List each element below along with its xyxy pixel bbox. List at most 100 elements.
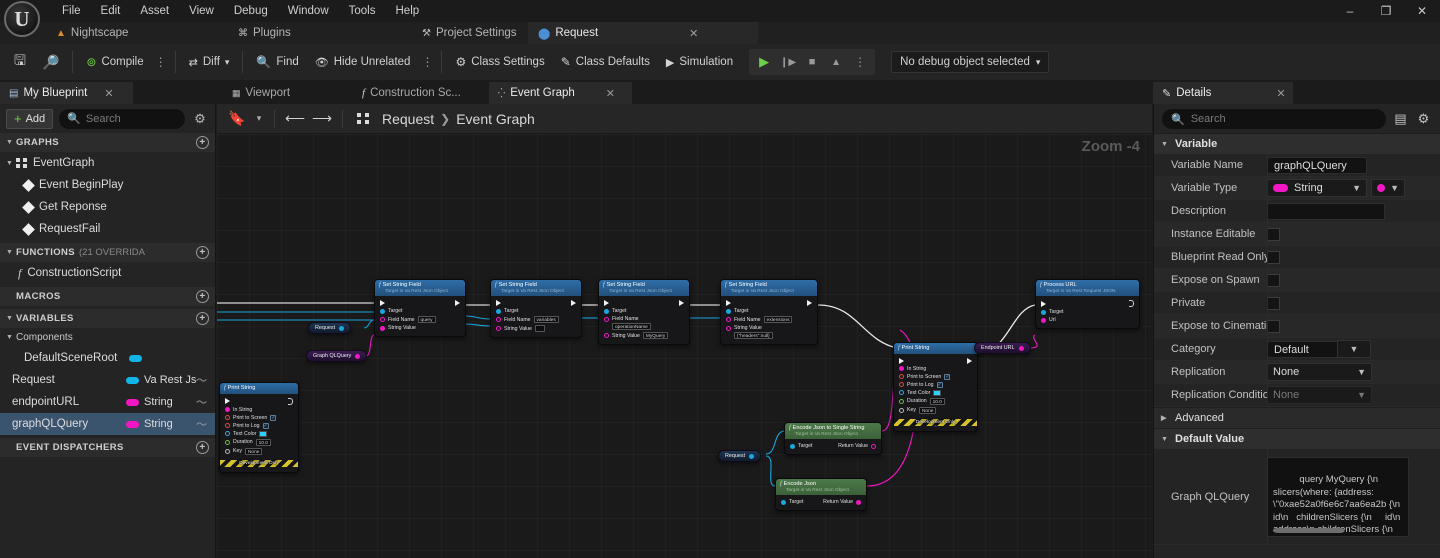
stop-button[interactable]: ■ — [801, 51, 823, 73]
browse-content-button[interactable]: 🔎 — [34, 48, 67, 76]
node-collapse-arrow-icon[interactable]: ⌃ — [894, 425, 977, 431]
pin-in-string[interactable]: In String — [220, 406, 298, 414]
expose-on-spawn-checkbox[interactable] — [1267, 273, 1280, 287]
menu-item-help[interactable]: Help — [386, 2, 430, 20]
tab-event-graph[interactable]: ⁛ Event Graph ✕ — [489, 82, 632, 104]
var-node-endpointurl[interactable]: Endpoint URL — [974, 342, 1031, 354]
pin-field-name[interactable]: Field Name variables — [491, 315, 581, 324]
sidebar-item-graphqlquery[interactable]: graphQLQuery String 〜 — [0, 413, 215, 435]
pin-duration[interactable]: Duration 10.0 — [894, 397, 977, 406]
pin-value-field[interactable]: 10.0 — [929, 397, 945, 405]
float-pin[interactable] — [899, 398, 904, 404]
grid-view-icon[interactable]: ▤ — [1392, 111, 1409, 127]
exec-input-pin[interactable] — [225, 398, 230, 405]
visibility-eye-icon[interactable]: 〜 — [196, 394, 207, 410]
exec-output-pin[interactable] — [571, 300, 576, 307]
tab-details[interactable]: ✎ Details ✕ — [1153, 82, 1293, 104]
object-pin[interactable] — [496, 308, 501, 314]
object-pin[interactable] — [380, 308, 385, 314]
hide-unrelated-options-button[interactable]: ⋮ — [418, 55, 436, 69]
variable-type-select[interactable]: String ▼ — [1267, 179, 1367, 197]
pin-in-string[interactable]: In String — [894, 365, 977, 373]
details-search-input[interactable]: 🔍 Search — [1162, 109, 1386, 129]
object-pin[interactable] — [604, 308, 609, 314]
save-button[interactable]: 🖫 — [6, 48, 34, 76]
pin-value-field[interactable]: MyQuery — [642, 332, 669, 340]
string-pin[interactable] — [726, 325, 731, 331]
pin-target[interactable]: Target — [721, 307, 817, 315]
pin-value-field[interactable] — [534, 325, 545, 333]
pin-key[interactable]: Key None — [220, 447, 298, 456]
category-dropdown-button[interactable]: ▼ — [1337, 340, 1371, 358]
node-encode-json-to-single-string[interactable]: f Encode Json to Single String Target is… — [784, 422, 882, 456]
minimize-button[interactable]: – — [1332, 0, 1368, 22]
eject-button[interactable]: ▲ — [825, 51, 847, 73]
pin-string-value[interactable]: String Value — [491, 324, 581, 333]
replication-select[interactable]: None ▼ — [1267, 363, 1372, 381]
exec-input-pin[interactable] — [1041, 300, 1046, 307]
pin-value-field[interactable]: variables — [533, 316, 559, 324]
class-settings-button[interactable]: ⚙ Class Settings — [447, 48, 552, 76]
pin-print-to-screen[interactable]: Print to Screen ✓ — [220, 414, 298, 422]
chevron-down-icon[interactable]: ▾ — [252, 108, 266, 130]
pin-value-field[interactable]: operationName — [612, 323, 651, 331]
object-pin[interactable] — [781, 499, 786, 505]
play-button[interactable]: ▶ — [753, 51, 775, 73]
struct-pin[interactable] — [225, 431, 230, 437]
node-set-string-field-4[interactable]: f Set String Field Target is Va Rest Jso… — [720, 279, 818, 346]
pin-print-to-log[interactable]: Print to Log ✓ — [220, 422, 298, 430]
color-swatch[interactable] — [259, 430, 268, 437]
object-pin[interactable] — [1041, 309, 1046, 315]
pin-text-color[interactable]: Text Color — [894, 389, 977, 397]
tab-my-blueprint[interactable]: ▤ My Blueprint ✕ — [0, 82, 133, 104]
string-pin[interactable] — [1018, 345, 1024, 351]
pin-value-field[interactable]: None — [244, 447, 263, 455]
variable-container-select[interactable]: ▼ — [1371, 179, 1405, 197]
play-options-button[interactable]: ⋮ — [849, 51, 871, 73]
exec-output-pin[interactable] — [288, 397, 293, 405]
pin-string-value[interactable]: String Value MyQuery — [599, 331, 689, 340]
horizontal-scrollbar[interactable] — [1274, 527, 1344, 533]
category-header-variable[interactable]: ▼ Variable — [1154, 133, 1440, 154]
checkbox[interactable]: ✓ — [944, 373, 951, 380]
visibility-eye-icon[interactable]: 〜 — [196, 372, 207, 388]
pin-text-color[interactable]: Text Color — [220, 430, 298, 438]
node-print-string-left[interactable]: f Print String In String Print to Screen… — [219, 382, 299, 473]
exec-input-pin[interactable] — [726, 300, 731, 307]
bookmark-icon[interactable]: 🔖 — [225, 108, 249, 130]
breadcrumb-item-request[interactable]: Request — [382, 111, 434, 127]
object-pin[interactable] — [790, 443, 795, 449]
string-pin[interactable] — [496, 317, 501, 323]
instance-editable-checkbox[interactable] — [1267, 227, 1280, 241]
diff-button[interactable]: ⇄ Diff ▾ — [181, 48, 238, 76]
variable-name-input[interactable]: graphQLQuery — [1267, 156, 1367, 174]
pin-value-field[interactable]: extensions — [763, 316, 793, 324]
pin-field-name[interactable]: Field Name query — [375, 315, 465, 324]
pin-field-name[interactable]: Field Name operationName — [599, 315, 689, 331]
tab-viewport[interactable]: ▦ Viewport — [223, 82, 299, 104]
exec-input-pin[interactable] — [496, 300, 501, 307]
string-pin[interactable] — [380, 325, 385, 331]
menu-item-view[interactable]: View — [179, 2, 224, 20]
pin-value-field[interactable]: {"headers":null} — [734, 332, 773, 340]
bool-pin[interactable] — [225, 415, 230, 421]
section-header-variables[interactable]: ▼ VARIABLES + — [0, 309, 215, 328]
bool-pin[interactable] — [899, 382, 904, 388]
add-button[interactable]: + Add — [6, 108, 54, 129]
gear-icon[interactable]: ⚙ — [191, 111, 209, 127]
pin-target[interactable]: Target — [491, 307, 581, 315]
section-header-functions[interactable]: ▼ FUNCTIONS (21 OVERRIDA + — [0, 243, 215, 262]
pin-url[interactable]: Url — [1036, 316, 1139, 324]
visibility-eye-icon[interactable]: 〜 — [196, 416, 207, 432]
sidebar-item-eventgraph[interactable]: ▼ EventGraph — [0, 152, 215, 174]
pin-string-value[interactable]: String Value — [375, 324, 465, 332]
sidebar-item-constructionscript[interactable]: f ConstructionScript — [0, 262, 215, 284]
category-header-advanced[interactable]: ▶ Advanced — [1154, 407, 1440, 428]
exec-output-pin[interactable] — [1129, 300, 1134, 308]
menu-item-file[interactable]: File — [52, 2, 91, 20]
var-node-request-1[interactable]: Request — [308, 322, 352, 334]
node-print-string-right[interactable]: f Print String In String Print to Screen… — [893, 342, 978, 432]
exec-output-pin[interactable] — [967, 357, 972, 364]
node-set-string-field-1[interactable]: f Set String Field Target is Va Rest Jso… — [374, 279, 466, 338]
add-macro-button[interactable]: + — [196, 290, 209, 303]
